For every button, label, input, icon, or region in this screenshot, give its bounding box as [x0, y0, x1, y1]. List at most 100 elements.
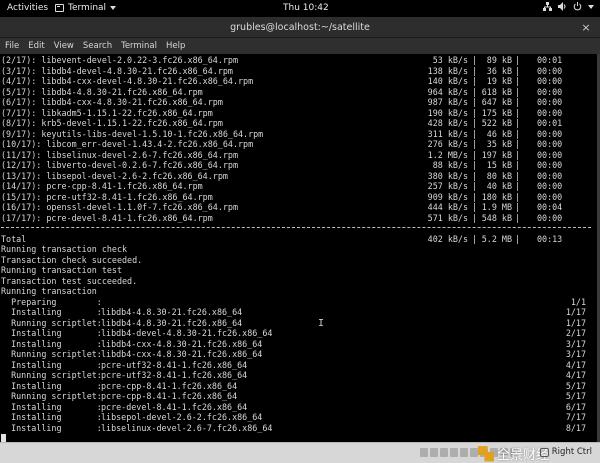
transaction-row: Installing : pcre-cpp-8.41-1.fc26.x86_64 5…	[1, 381, 598, 392]
download-time: 00:01	[537, 118, 563, 128]
column-separator: |	[472, 139, 478, 149]
download-size: 19 kB	[486, 76, 512, 86]
column-separator: |	[515, 233, 521, 244]
download-row: (13/17): libsepol-devel-2.6-2.fc26.x86_6…	[1, 171, 598, 182]
menu-arrow-icon	[588, 4, 594, 9]
download-speed: 964 kB/s	[427, 86, 468, 97]
download-time: 00:00	[537, 191, 563, 202]
download-size: 35 kB	[486, 139, 512, 149]
download-row: (12/17): libverto-devel-0.2.6-7.fc26.x86…	[1, 160, 598, 171]
watermark: 全景财经	[478, 444, 549, 463]
menu-search[interactable]: Search	[83, 41, 112, 51]
transaction-row: Installing : pcre-utf32-8.41-1.fc26.x86_6…	[1, 360, 598, 371]
download-row: (16/17): openssl-devel-1.1.0f-7.fc26.x86…	[1, 202, 598, 213]
menu-terminal[interactable]: Terminal	[121, 41, 157, 51]
download-time: 00:00	[537, 107, 563, 118]
download-size: 522 kB	[481, 118, 512, 128]
download-time: 00:00	[537, 86, 563, 97]
column-separator: |	[515, 149, 521, 160]
download-row: (2/17): libevent-devel-2.0.22-3.fc26.x86…	[1, 55, 598, 66]
download-speed: 428 kB/s	[427, 118, 468, 128]
column-separator: |	[515, 97, 521, 107]
transaction-action: Installing :	[1, 328, 102, 338]
download-size: 647 kB	[481, 97, 512, 107]
download-speed: 138 kB/s	[427, 65, 468, 76]
download-size: 80 kB	[486, 170, 512, 181]
menu-view[interactable]: View	[54, 41, 74, 51]
gnome-top-bar: Activities Terminal Thu 10:42	[0, 0, 600, 17]
column-separator: |	[472, 202, 478, 212]
download-row: (17/17): pcre-devel-8.41-1.fc26.x86_64.r…	[1, 213, 598, 224]
column-separator: |	[472, 107, 478, 118]
chevron-down-icon	[110, 6, 117, 10]
transaction-row: Installing : libdb4-4.8.30-21.fc26.x86_64…	[1, 307, 598, 318]
status-text: Running transaction check	[1, 244, 128, 254]
shared-folder-icon[interactable]	[470, 448, 478, 457]
status-text: Running transaction	[1, 286, 97, 296]
download-time: 00:00	[537, 170, 563, 181]
package-name: (9/17): keyutils-libs-devel-1.5.10-1.fc2…	[1, 128, 264, 139]
total-time: 00:13	[537, 233, 563, 244]
column-separator: |	[515, 160, 521, 170]
close-icon[interactable]: ×	[580, 17, 592, 38]
transaction-row: Running scriptlet: libdb4-cxx-4.8.30-21.f…	[1, 349, 598, 360]
column-separator: |	[515, 55, 521, 65]
menu-edit[interactable]: Edit	[28, 41, 44, 51]
column-separator: |	[515, 139, 521, 149]
package-name: (16/17): openssl-devel-1.1.0f-7.fc26.x86…	[1, 202, 238, 212]
column-separator: |	[515, 212, 521, 223]
column-separator: |	[472, 160, 478, 170]
clock[interactable]: Thu 10:42	[283, 3, 329, 13]
package-name: (6/17): libdb4-cxx-4.8.30-21.fc26.x86_64…	[1, 97, 223, 107]
app-menu[interactable]: Terminal	[55, 3, 117, 13]
column-separator: |	[472, 65, 478, 76]
app-menu-label: Terminal	[68, 3, 107, 13]
status-line: Running transaction check	[1, 244, 598, 255]
transaction-package: libdb4-cxx-4.8.30-21.fc26.x86_64	[101, 338, 263, 349]
transaction-package: pcre-utf32-8.41-1.fc26.x86_64	[101, 359, 248, 370]
transaction-progress: 3/17	[565, 349, 586, 359]
column-separator: |	[515, 170, 521, 181]
column-separator: |	[472, 118, 478, 128]
column-separator: |	[472, 181, 478, 191]
transaction-row: Installing : pcre-devel-8.41-1.fc26.x86_6…	[1, 402, 598, 413]
transaction-row: Running scriptlet: pcre-utf32-8.41-1.fc26…	[1, 370, 598, 381]
usb-icon[interactable]	[460, 448, 468, 457]
transaction-package: libdb4-cxx-4.8.30-21.fc26.x86_64	[101, 349, 263, 359]
transaction-package: libdb4-4.8.30-21.fc26.x86_64	[101, 317, 243, 328]
download-speed: 444 kB/s	[427, 202, 468, 212]
package-name: (7/17): libkadm5-1.15.1-22.fc26.x86_64.r…	[1, 107, 213, 118]
activities-button[interactable]: Activities	[7, 3, 48, 13]
column-separator: |	[472, 191, 478, 202]
download-row: (15/17): pcre-utf32-8.41-1.fc26.x86_64.r…	[1, 192, 598, 203]
column-separator: |	[472, 170, 478, 181]
transaction-progress: 1/17	[565, 317, 586, 328]
download-row: (8/17): krb5-devel-1.15.1-22.fc26.x86_64…	[1, 118, 598, 129]
hdd-icon[interactable]	[420, 448, 428, 457]
download-speed: 311 kB/s	[427, 128, 468, 139]
optical-drive-icon[interactable]	[430, 448, 438, 457]
window-title: grubles@localhost:~/satellite	[230, 22, 370, 33]
column-separator: |	[515, 118, 521, 128]
menu-help[interactable]: Help	[166, 41, 185, 51]
download-time: 00:04	[537, 202, 563, 212]
download-time: 00:00	[537, 76, 563, 86]
system-tray[interactable]	[543, 2, 594, 11]
transaction-row: Installing : libdb4-devel-4.8.30-21.fc26.…	[1, 328, 598, 339]
power-icon	[573, 2, 582, 11]
audio-icon[interactable]	[440, 448, 448, 457]
network-adapter-icon[interactable]	[450, 448, 458, 457]
download-size: 548 kB	[481, 212, 512, 223]
column-separator: |	[472, 86, 478, 97]
window-titlebar[interactable]: grubles@localhost:~/satellite ×	[0, 17, 600, 38]
terminal-output[interactable]: (2/17): libevent-devel-2.0.22-3.fc26.x86…	[0, 54, 598, 442]
menu-file[interactable]: File	[5, 41, 19, 51]
download-size: 40 kB	[486, 181, 512, 191]
transaction-row: Preparing : 1/1	[1, 297, 598, 308]
separator-line	[1, 223, 598, 234]
download-time: 00:00	[537, 212, 563, 223]
download-speed: 1.2 MB/s	[427, 149, 468, 160]
status-text: Transaction test succeeded.	[1, 275, 138, 286]
total-label: Total	[1, 233, 27, 244]
column-separator: |	[472, 97, 478, 107]
